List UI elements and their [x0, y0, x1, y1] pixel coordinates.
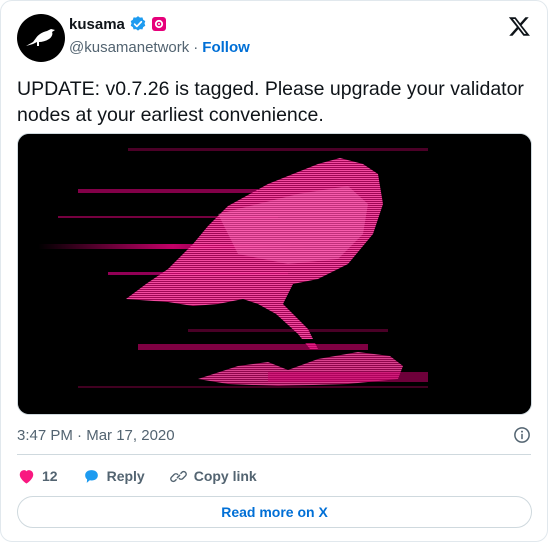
reply-label: Reply [106, 468, 145, 484]
like-button[interactable]: 12 [17, 467, 58, 486]
tweet-card: kusama @kusamanetwork · Follow UPDATE: v… [0, 0, 548, 542]
info-icon[interactable] [513, 426, 531, 444]
tweet-date[interactable]: Mar 17, 2020 [86, 427, 174, 444]
org-badge-icon [151, 17, 166, 31]
divider [17, 454, 531, 455]
verified-badge-icon [130, 16, 146, 31]
author-avatar[interactable] [17, 14, 65, 62]
tweet-media-image[interactable] [17, 133, 532, 415]
reply-button[interactable]: Reply [82, 467, 145, 486]
read-more-button[interactable]: Read more on X [17, 496, 532, 528]
action-bar: 12 Reply Copy link [17, 466, 281, 486]
kusama-bird-logo-icon [26, 29, 55, 46]
reply-bubble-icon [84, 469, 98, 483]
author-handle[interactable]: @kusamanetwork [69, 39, 189, 56]
tweet-text: UPDATE: v0.7.26 is tagged. Please upgrad… [17, 78, 524, 126]
follow-button[interactable]: Follow [202, 39, 250, 56]
like-count: 12 [42, 468, 58, 484]
author-name[interactable]: kusama [69, 16, 125, 33]
tweet-meta: 3:47 PM · Mar 17, 2020 [17, 427, 175, 444]
x-logo-icon[interactable] [508, 15, 531, 38]
copy-link-label: Copy link [193, 468, 257, 484]
handle-row: @kusamanetwork · Follow [69, 39, 250, 56]
meta-separator: · [77, 427, 83, 444]
glitch-bird-image [18, 134, 531, 414]
tweet-time[interactable]: 3:47 PM [17, 427, 73, 444]
author-name-row: kusama [69, 15, 167, 33]
handle-separator: · [193, 39, 199, 56]
copy-link-button[interactable]: Copy link [169, 467, 257, 486]
heart-icon [19, 469, 34, 484]
link-icon [169, 470, 187, 482]
